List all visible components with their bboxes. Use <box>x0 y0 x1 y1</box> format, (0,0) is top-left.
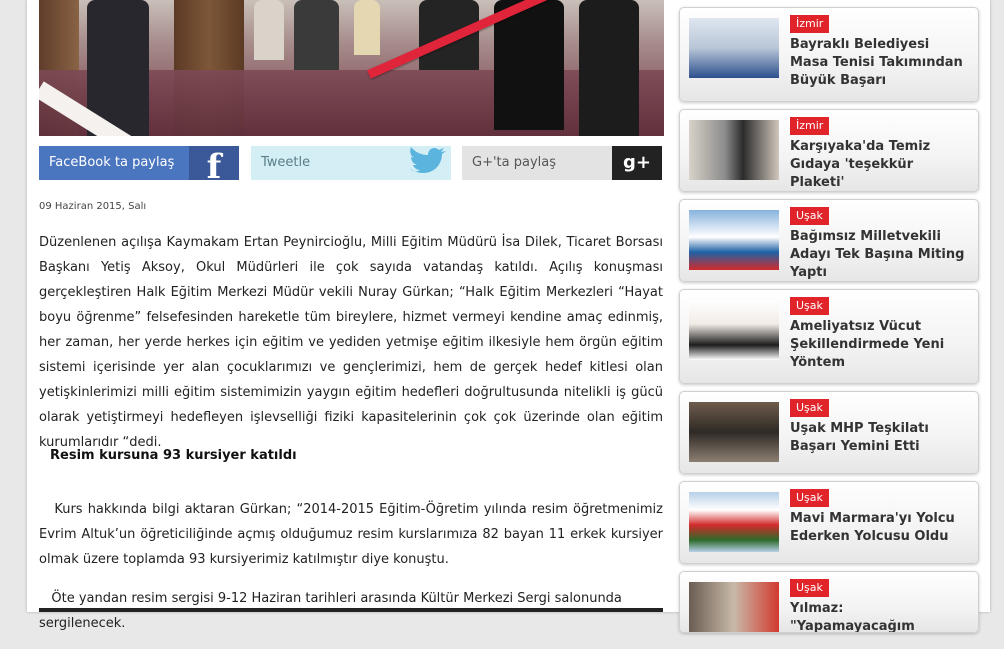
twitter-bird-icon <box>401 146 451 180</box>
news-card[interactable]: Uşak Uşak MHP Teşkilatı Başarı Yemini Et… <box>679 391 979 474</box>
category-badge[interactable]: Uşak <box>790 399 829 417</box>
googleplus-icon: g+ <box>612 146 662 180</box>
news-title[interactable]: Yılmaz: "Yapamayacağım <box>790 600 970 632</box>
facebook-share-button[interactable]: FaceBook ta paylaş f <box>39 146 239 180</box>
category-badge[interactable]: Uşak <box>790 579 829 597</box>
category-badge[interactable]: İzmir <box>790 117 830 135</box>
news-card[interactable]: İzmir Bayraklı Belediyesi Masa Tenisi Ta… <box>679 7 979 102</box>
googleplus-share-label: G+'ta paylaş <box>472 155 556 170</box>
category-badge[interactable]: Uşak <box>790 489 829 507</box>
category-badge[interactable]: İzmir <box>790 15 830 33</box>
news-thumbnail <box>689 300 779 360</box>
news-card[interactable]: Uşak Mavi Marmara'yı Yolcu Ederken Yolcu… <box>679 481 979 564</box>
category-badge[interactable]: Uşak <box>790 297 829 315</box>
article-body: Düzenlenen açılışa Kaymakam Ertan Peynir… <box>39 230 663 455</box>
news-card[interactable]: Uşak Yılmaz: "Yapamayacağım <box>679 571 979 633</box>
article-subheading: Resim kursuna 93 kursiyer katıldı <box>50 448 297 463</box>
news-card[interactable]: Uşak Ameliyatsız Vücut Şekillendirmede Y… <box>679 289 979 384</box>
news-title[interactable]: Mavi Marmara'yı Yolcu Ederken Yolcusu Ol… <box>790 510 970 546</box>
news-thumbnail <box>689 402 779 462</box>
news-thumbnail <box>689 582 779 632</box>
news-card[interactable]: Uşak Bağımsız Milletvekili Adayı Tek Baş… <box>679 199 979 282</box>
divider <box>39 608 663 612</box>
article-date: 09 Haziran 2015, Salı <box>39 201 147 212</box>
news-title[interactable]: Uşak MHP Teşkilatı Başarı Yemini Etti <box>790 420 970 456</box>
news-thumbnail <box>689 18 779 78</box>
article-paragraph: Düzenlenen açılışa Kaymakam Ertan Peynir… <box>39 235 663 450</box>
news-thumbnail <box>689 210 779 270</box>
news-title[interactable]: Karşıyaka'da Temiz Gıdaya 'teşekkür Plak… <box>790 138 970 191</box>
googleplus-share-button[interactable]: G+'ta paylaş g+ <box>462 146 662 180</box>
tweet-label: Tweetle <box>261 155 311 170</box>
article-hero-image <box>39 0 664 136</box>
category-badge[interactable]: Uşak <box>790 207 829 225</box>
article-body-2: Kurs hakkında bilgi aktaran Gürkan; “201… <box>39 484 663 585</box>
news-title[interactable]: Bağımsız Milletvekili Adayı Tek Başına M… <box>790 228 970 281</box>
news-card[interactable]: İzmir Karşıyaka'da Temiz Gıdaya 'teşekkü… <box>679 109 979 192</box>
news-title[interactable]: Bayraklı Belediyesi Masa Tenisi Takımınd… <box>790 36 970 90</box>
article-paragraph: Kurs hakkında bilgi aktaran Gürkan; “201… <box>39 502 663 567</box>
news-thumbnail <box>689 120 779 180</box>
news-thumbnail <box>689 492 779 552</box>
tweet-button[interactable]: Tweetle <box>251 146 451 180</box>
facebook-share-label: FaceBook ta paylaş <box>49 155 175 170</box>
news-title[interactable]: Ameliyatsız Vücut Şekillendirmede Yeni Y… <box>790 318 970 372</box>
facebook-icon: f <box>189 146 239 180</box>
